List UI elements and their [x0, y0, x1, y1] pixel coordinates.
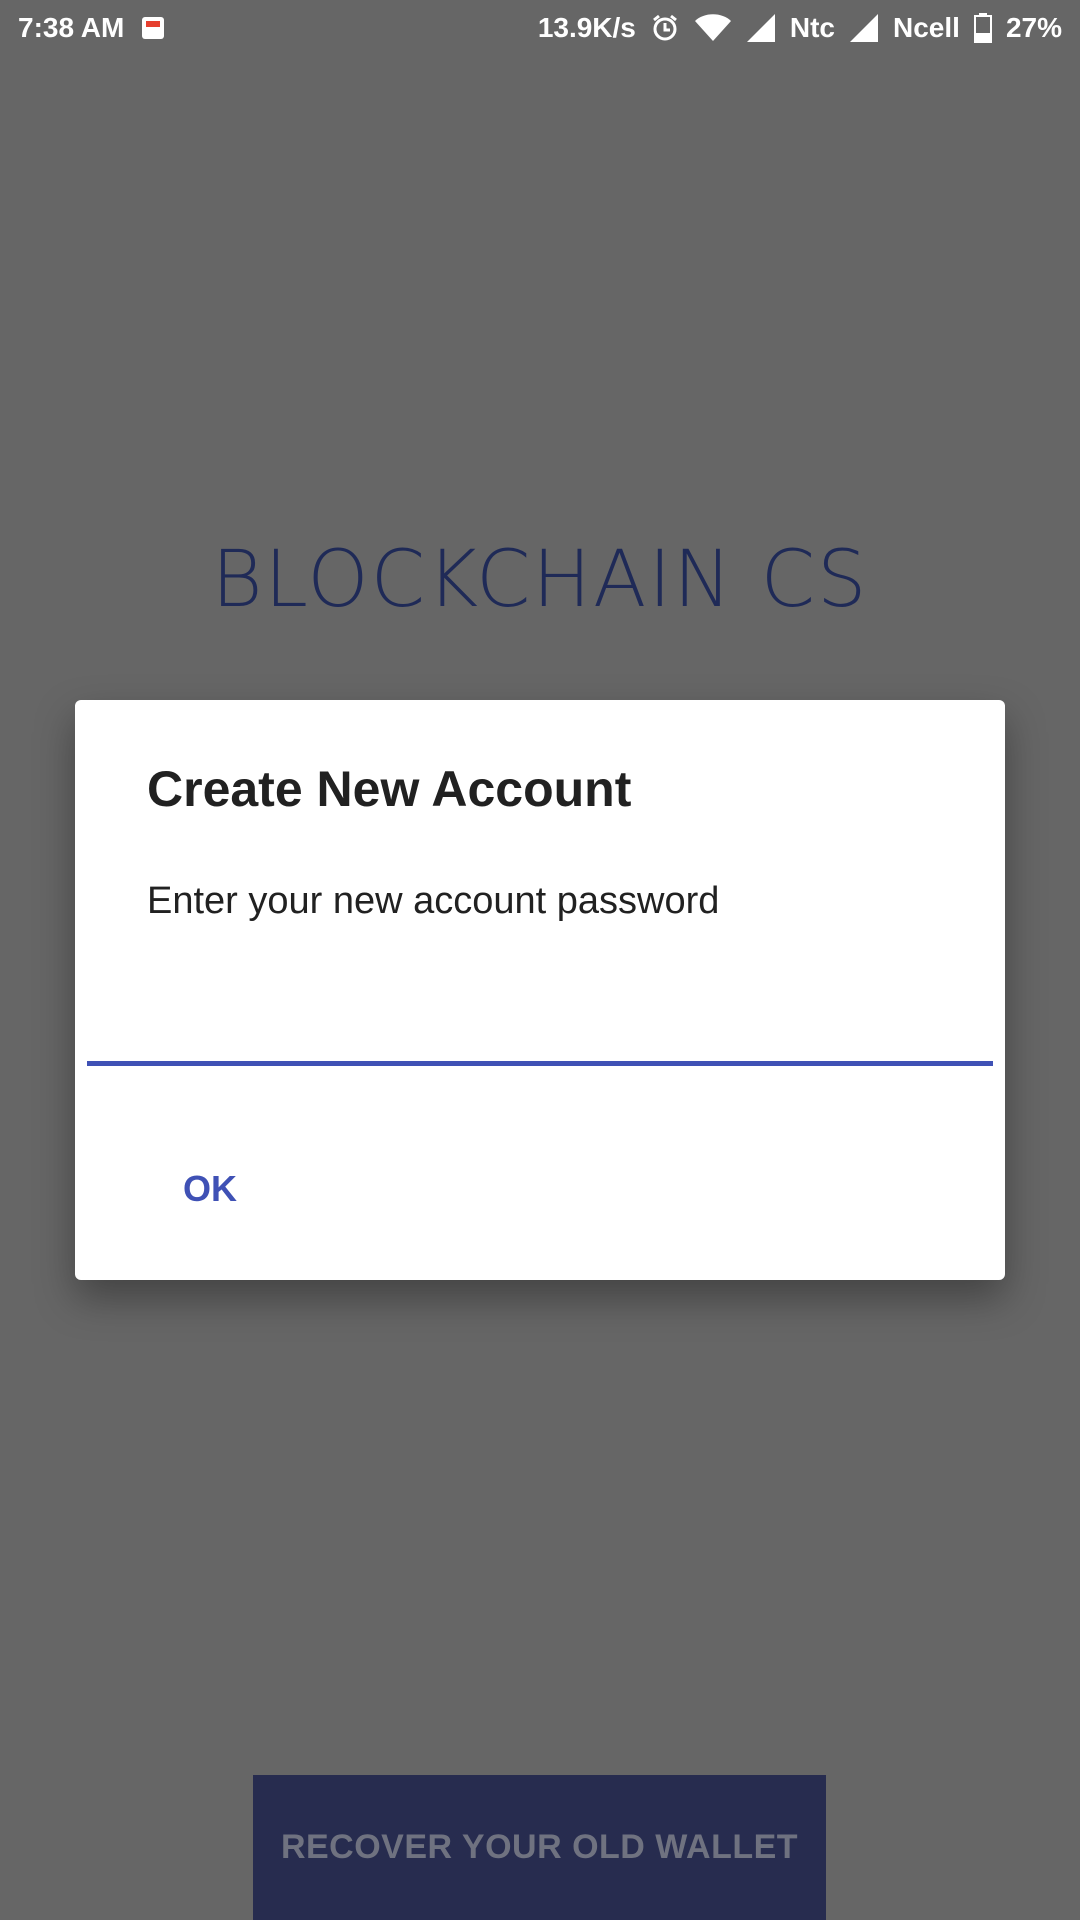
calendar-icon [142, 17, 165, 39]
carrier-2: Ncell [893, 12, 960, 43]
dialog-message: Enter your new account password [147, 880, 720, 922]
carrier-1: Ntc [789, 12, 836, 43]
app-title: BLOCKCHAIN CS [211, 535, 869, 625]
password-input[interactable] [87, 1000, 993, 1066]
signal-icon-1 [746, 13, 776, 43]
alarm-icon [650, 13, 680, 43]
signal-icon-2 [849, 13, 879, 43]
create-account-dialog: Create New Account Enter your new accoun… [75, 700, 1005, 1280]
status-bar: 7:38 AM 13.9K/s Ntc Ncell 27% [0, 0, 1080, 60]
recover-wallet-button[interactable]: RECOVER YOUR OLD WALLET [253, 1775, 826, 1920]
battery-icon [973, 13, 992, 43]
network-speed: 13.9K/s [537, 12, 636, 43]
ok-button[interactable]: OK [183, 1168, 237, 1210]
dialog-title: Create New Account [147, 761, 632, 817]
status-time: 7:38 AM [18, 12, 125, 43]
wifi-icon [694, 13, 732, 43]
battery-percent: 27% [1005, 12, 1062, 43]
